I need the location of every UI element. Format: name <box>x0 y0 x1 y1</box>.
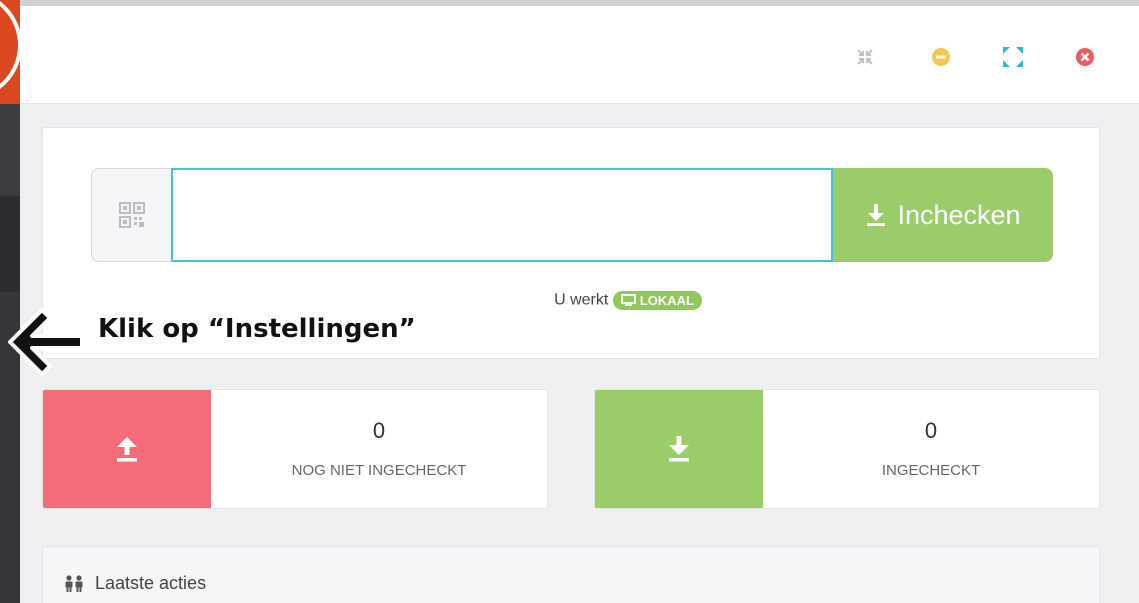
checkin-button-label: Inchecken <box>897 199 1021 230</box>
checkin-button[interactable]: Inchecken <box>833 168 1053 262</box>
stat-card-not-checked-in[interactable]: 0 NOG NIET INGECHECKT <box>42 389 548 509</box>
close-button[interactable] <box>1074 46 1096 68</box>
scan-code-input[interactable] <box>171 168 833 262</box>
work-mode-badge: LOKAAL <box>612 291 702 310</box>
qr-code-icon <box>118 202 145 228</box>
recent-actions-title: Laatste acties <box>95 573 207 593</box>
compress-icon <box>857 49 873 65</box>
download-icon <box>669 436 689 462</box>
sidebar-segment[interactable] <box>0 196 20 292</box>
stat-tile-checked-in <box>595 390 763 508</box>
upload-icon <box>117 437 137 462</box>
stat-tile-not-checked-in <box>43 390 211 508</box>
fullscreen-button[interactable] <box>1002 46 1024 68</box>
download-icon <box>867 204 886 226</box>
fullscreen-icon <box>1003 47 1023 67</box>
qr-addon <box>91 168 171 262</box>
recent-actions-header: Laatste acties <box>63 573 206 594</box>
app-sidebar-strip <box>0 0 22 603</box>
not-checked-in-count: 0 <box>372 418 386 443</box>
brand-logo <box>0 0 22 104</box>
checked-in-label: INGECHECKT <box>881 462 981 479</box>
compress-button[interactable] <box>854 46 876 68</box>
sidebar-settings-area[interactable] <box>0 292 20 603</box>
stat-card-checked-in[interactable]: 0 INGECHECKT <box>594 389 1100 509</box>
monitor-icon <box>620 294 636 306</box>
work-mode-line: U werkt LOKAAL <box>43 291 1101 310</box>
minimize-icon <box>932 48 950 66</box>
work-mode-badge-label: LOKAAL <box>639 293 694 308</box>
not-checked-in-label: NOG NIET INGECHECKT <box>291 462 467 479</box>
checkin-card: Inchecken U werkt LOKAAL <box>42 127 1100 359</box>
window-titlebar <box>20 6 1139 104</box>
recent-actions-panel: Laatste acties <box>42 546 1100 603</box>
close-icon <box>1076 48 1094 66</box>
minimize-button[interactable] <box>930 46 952 68</box>
checked-in-count: 0 <box>924 418 938 443</box>
sidebar-segment[interactable] <box>0 104 20 196</box>
checkin-window: Inchecken U werkt LOKAAL 0 NOG NIET INGE… <box>20 0 1139 603</box>
work-mode-prefix: U werkt <box>554 291 609 309</box>
users-icon <box>65 574 83 592</box>
